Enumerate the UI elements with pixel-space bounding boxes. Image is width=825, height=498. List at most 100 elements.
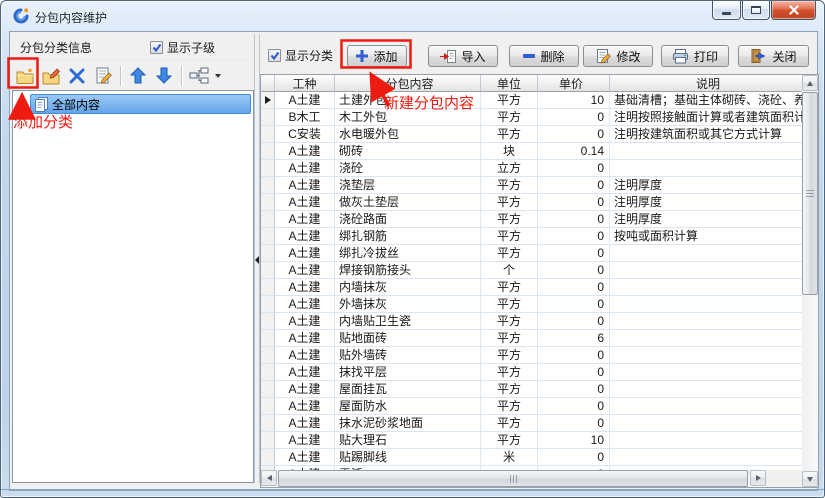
row-selector[interactable]	[261, 177, 275, 193]
row-selector[interactable]	[261, 381, 275, 397]
table-row[interactable]: A土建做灰土垫层平方0注明厚度	[261, 194, 802, 211]
row-selector[interactable]	[261, 228, 275, 244]
row-selector[interactable]	[261, 449, 275, 465]
delete-x-icon	[68, 67, 86, 85]
app-icon	[12, 7, 30, 25]
add-button[interactable]: 添加	[347, 45, 407, 67]
row-selector[interactable]	[261, 109, 275, 125]
table-row[interactable]: A土建内墙抹灰平方0	[261, 279, 802, 296]
window-frame: 分包内容维护 分包分类信息 显示子级	[0, 0, 825, 498]
layout-dropdown-caret[interactable]	[215, 74, 221, 78]
notepad-pencil-icon	[93, 66, 113, 86]
table-row[interactable]: A土建贴大理石平方10	[261, 432, 802, 449]
table-row[interactable]: C安装水电暖外包平方0注明按建筑面积或其它方式计算	[261, 126, 802, 143]
scrollbar-corner	[766, 470, 802, 487]
layout-button[interactable]	[186, 63, 212, 89]
row-selector[interactable]	[261, 279, 275, 295]
import-button-label: 导入	[461, 48, 485, 65]
cell-job-type: B木工	[275, 109, 335, 125]
header-job-type[interactable]: 工种	[275, 75, 335, 91]
row-selector[interactable]	[261, 347, 275, 363]
header-description[interactable]: 说明	[610, 75, 802, 91]
header-unit[interactable]: 单位	[481, 75, 538, 91]
row-selector[interactable]	[261, 296, 275, 312]
modify-button[interactable]: 修改	[583, 45, 653, 67]
table-row[interactable]: B木工木工外包平方0注明按照接触面计算或者建筑面积计	[261, 109, 802, 126]
table-row[interactable]: A土建抹找平层平方0	[261, 364, 802, 381]
cell-unit: 块	[481, 143, 538, 159]
cell-job-type: C安装	[275, 126, 335, 142]
delete-category-button[interactable]	[64, 63, 90, 89]
title-bar[interactable]: 分包内容维护	[1, 1, 824, 31]
scroll-right-button[interactable]	[750, 470, 766, 486]
cell-description	[610, 347, 802, 363]
table-row[interactable]: A土建贴踢脚线米0	[261, 449, 802, 466]
header-content[interactable]: 分包内容	[335, 75, 481, 91]
vertical-scrollbar[interactable]	[802, 75, 818, 487]
close-window-button-label: 关闭	[772, 48, 796, 65]
row-selector[interactable]	[261, 143, 275, 159]
close-window-button[interactable]: 关闭	[738, 45, 809, 67]
scroll-up-button[interactable]	[802, 75, 818, 91]
scroll-left-button[interactable]	[261, 470, 277, 486]
row-selector[interactable]	[261, 126, 275, 142]
cell-unit: 平方	[481, 211, 538, 227]
cell-unit: 平方	[481, 296, 538, 312]
table-row[interactable]: A土建贴地面砖平方6	[261, 330, 802, 347]
table-row[interactable]: A土建屋面挂瓦平方0	[261, 381, 802, 398]
cell-unit-price: 0	[538, 296, 610, 312]
print-button[interactable]: 打印	[661, 45, 729, 67]
cell-content: 屋面挂瓦	[335, 381, 481, 397]
table-row[interactable]: A土建浇垫层平方0注明厚度	[261, 177, 802, 194]
table-row[interactable]: A土建绑扎钢筋平方0按吨或面积计算	[261, 228, 802, 245]
row-selector[interactable]	[261, 92, 275, 108]
rename-category-button[interactable]	[90, 63, 116, 89]
show-children-checkbox[interactable]	[150, 41, 163, 54]
row-selector[interactable]	[261, 364, 275, 380]
header-unit-price[interactable]: 单价	[538, 75, 610, 91]
add-category-button[interactable]	[12, 63, 38, 89]
table-row[interactable]: A土建焊接钢筋接头个0	[261, 262, 802, 279]
row-selector[interactable]	[261, 313, 275, 329]
row-selector[interactable]	[261, 211, 275, 227]
minimize-button[interactable]	[712, 1, 741, 20]
close-button[interactable]	[771, 1, 816, 20]
cell-unit: 平方	[481, 330, 538, 346]
row-selector[interactable]	[261, 330, 275, 346]
maximize-button[interactable]	[742, 1, 770, 20]
import-button[interactable]: 导入	[428, 45, 498, 67]
horizontal-scrollbar[interactable]	[261, 470, 766, 487]
table-row[interactable]: A土建贴外墙砖平方0	[261, 347, 802, 364]
table-row[interactable]: A土建土建外包平方10基础清槽；基础主体砌砖、浇砼、养	[261, 92, 802, 109]
row-selector[interactable]	[261, 245, 275, 261]
table-row[interactable]: A土建屋面防水平方0	[261, 398, 802, 415]
row-selector[interactable]	[261, 194, 275, 210]
edit-category-button[interactable]	[38, 63, 64, 89]
horizontal-scroll-thumb[interactable]	[278, 470, 748, 487]
table-row[interactable]: A土建砌砖块0.14	[261, 143, 802, 160]
table-row[interactable]: A土建绑扎冷拔丝平方0	[261, 245, 802, 262]
row-selector[interactable]	[261, 160, 275, 176]
delete-button[interactable]: 删除	[509, 45, 579, 67]
row-selector[interactable]	[261, 415, 275, 431]
scroll-down-button[interactable]	[802, 471, 818, 487]
move-down-button[interactable]	[151, 63, 177, 89]
table-row[interactable]: A土建外墙抹灰平方0	[261, 296, 802, 313]
category-tree[interactable]: 全部内容	[12, 90, 254, 483]
table-row[interactable]: A土建浇砼路面平方0注明厚度	[261, 211, 802, 228]
row-selector[interactable]	[261, 262, 275, 278]
move-up-button[interactable]	[125, 63, 151, 89]
table-row[interactable]: A土建浇砼立方0	[261, 160, 802, 177]
table-row[interactable]: A土建内墙贴卫生瓷平方0	[261, 313, 802, 330]
window-bottom-edge	[1, 489, 824, 497]
subcontract-table: 工种 分包内容 单位 单价 说明 A土建土建外包平方10基础清槽；基础主体砌砖、…	[260, 74, 819, 488]
show-category-checkbox[interactable]	[268, 49, 281, 62]
cell-description	[610, 330, 802, 346]
cell-content: 贴地面砖	[335, 330, 481, 346]
row-selector[interactable]	[261, 432, 275, 448]
vertical-scroll-thumb[interactable]	[802, 92, 818, 295]
table-row[interactable]: A土建抹水泥砂浆地面平方0	[261, 415, 802, 432]
header-selector[interactable]	[261, 75, 275, 91]
collapse-left-icon[interactable]	[255, 256, 259, 264]
row-selector[interactable]	[261, 398, 275, 414]
